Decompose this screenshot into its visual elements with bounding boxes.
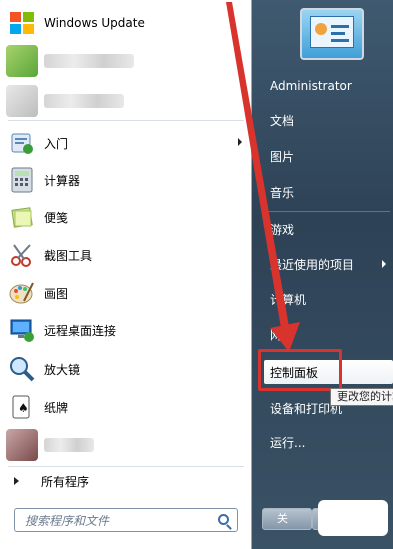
program-label: 纸牌: [44, 400, 69, 415]
all-programs-button[interactable]: 所有程序: [4, 470, 248, 492]
blurred-label: [44, 54, 134, 68]
picture-line: [331, 39, 349, 42]
submenu-arrow-icon: [382, 260, 386, 268]
obscured-area: [318, 500, 388, 536]
program-snipping-tool[interactable]: 截图工具: [4, 238, 248, 272]
blurred-label: [44, 438, 94, 452]
divider: [264, 211, 390, 212]
menu-item-label: 游戏: [270, 222, 295, 237]
picture-line: [331, 25, 349, 28]
magnifier-icon: [6, 353, 38, 385]
expand-arrow-icon: [14, 477, 19, 485]
sticky-notes-icon: [6, 201, 38, 233]
menu-item-label: 图片: [270, 149, 295, 164]
picture-line: [331, 32, 345, 35]
menu-item-label: 音乐: [270, 185, 295, 200]
tooltip-text: 更改您的计算: [337, 390, 393, 403]
program-label: Windows Update: [44, 16, 145, 30]
paint-icon: [6, 277, 38, 309]
solitaire-icon: ♠: [6, 391, 38, 423]
program-remote-desktop[interactable]: 远程桌面连接: [4, 313, 248, 347]
program-getting-started[interactable]: 入门: [4, 126, 248, 160]
menu-item-label: 运行...: [270, 435, 306, 450]
menu-item-label: 最近使用的项目: [270, 257, 355, 272]
control-panel-tooltip: 更改您的计算: [330, 388, 393, 406]
program-label: 远程桌面连接: [44, 323, 117, 338]
menu-item-administrator[interactable]: Administrator: [264, 74, 390, 98]
search-input[interactable]: 搜索程序和文件: [14, 508, 238, 532]
start-menu-programs-panel: Windows Update 入门 计算器 便笺 截图工具 画图 远程桌面连接 …: [0, 0, 252, 549]
submenu-arrow-icon: [238, 56, 242, 64]
menu-item-documents[interactable]: 文档: [264, 108, 390, 132]
submenu-arrow-icon: [238, 138, 242, 146]
program-solitaire[interactable]: ♠ 纸牌: [4, 390, 248, 424]
program-calculator[interactable]: 计算器: [4, 163, 248, 197]
program-label: 入门: [44, 136, 69, 151]
blurred-label: [44, 94, 124, 108]
remote-desktop-icon: [6, 314, 38, 346]
getting-started-icon: [6, 127, 38, 159]
shutdown-label: 关: [277, 512, 288, 525]
program-windows-update[interactable]: Windows Update: [4, 6, 248, 40]
blurred-app-icon: [6, 45, 38, 77]
calculator-icon: [6, 164, 38, 196]
program-blurred-2[interactable]: [4, 84, 248, 118]
search-placeholder: 搜索程序和文件: [25, 513, 110, 528]
highlight-annotation-box: [258, 349, 342, 391]
program-blurred-3[interactable]: [4, 428, 248, 462]
svg-text:♠: ♠: [18, 401, 29, 415]
blurred-app-icon: [6, 429, 38, 461]
menu-item-music[interactable]: 音乐: [264, 180, 390, 204]
divider: [8, 120, 244, 121]
menu-item-recent-items[interactable]: 最近使用的项目: [264, 252, 390, 276]
menu-item-games[interactable]: 游戏: [264, 217, 390, 241]
chart-dot-icon: [315, 23, 327, 35]
snipping-tool-icon: [6, 239, 38, 271]
program-label: 计算器: [44, 173, 81, 188]
program-label: 便笺: [44, 210, 69, 225]
menu-item-label: 网络: [270, 327, 295, 342]
blurred-app-icon: [6, 85, 38, 117]
program-blurred-1[interactable]: [4, 44, 248, 78]
menu-item-label: Administrator: [270, 79, 352, 93]
program-sticky-notes[interactable]: 便笺: [4, 200, 248, 234]
user-picture[interactable]: [300, 8, 364, 60]
divider: [8, 466, 244, 467]
program-paint[interactable]: 画图: [4, 276, 248, 310]
program-label: 画图: [44, 286, 69, 301]
windows-update-icon: [6, 7, 38, 39]
menu-item-pictures[interactable]: 图片: [264, 144, 390, 168]
menu-item-computer[interactable]: 计算机: [264, 287, 390, 311]
menu-item-network[interactable]: 网络: [264, 322, 390, 346]
menu-item-label: 计算机: [270, 292, 307, 307]
program-label: 放大镜: [44, 362, 81, 377]
menu-item-run[interactable]: 运行...: [264, 430, 390, 454]
search-icon[interactable]: [218, 514, 229, 525]
user-picture-image: [310, 16, 354, 48]
all-programs-label: 所有程序: [41, 474, 90, 489]
program-magnifier[interactable]: 放大镜: [4, 352, 248, 386]
program-label: 截图工具: [44, 248, 93, 263]
shutdown-button[interactable]: 关: [262, 508, 312, 530]
menu-item-label: 文档: [270, 113, 295, 128]
